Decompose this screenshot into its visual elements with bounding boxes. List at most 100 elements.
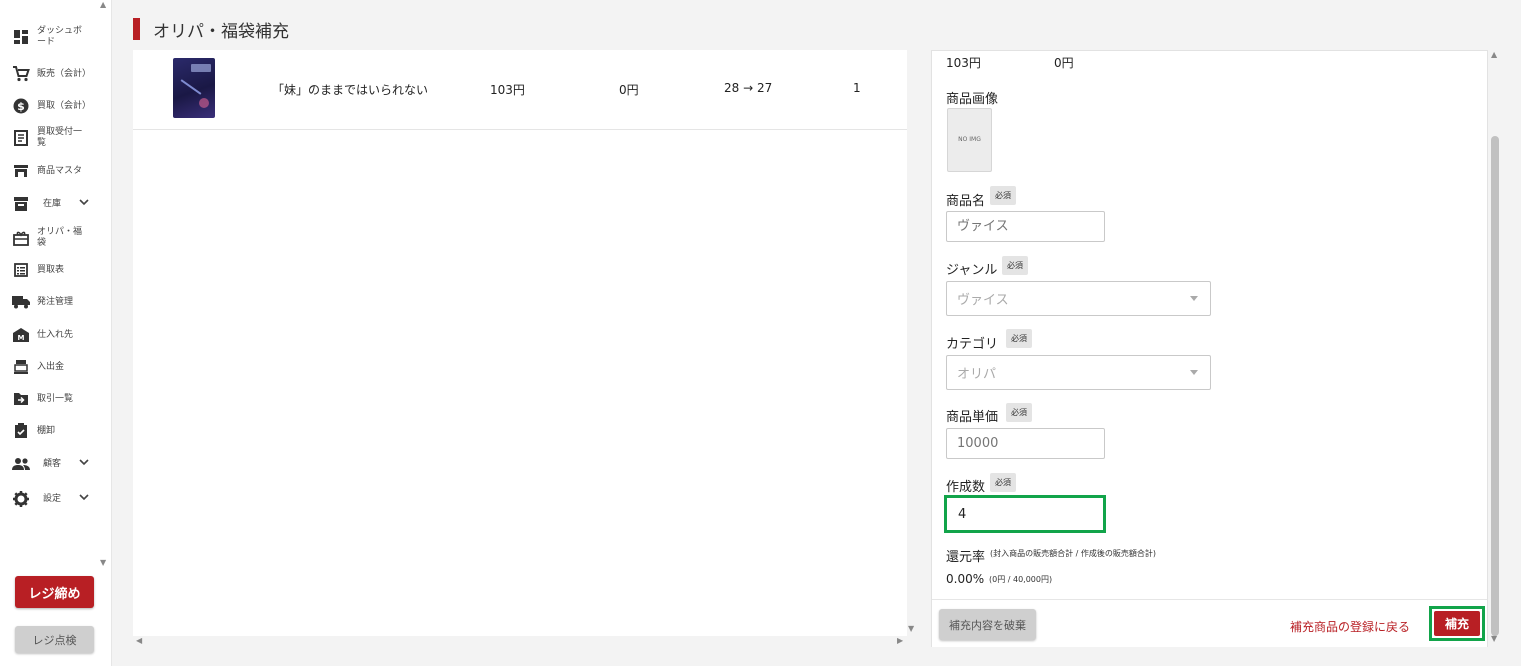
gear-icon [12,490,30,508]
sidebar-item-label: 商品マスタ [37,165,83,176]
chevron-down-icon[interactable] [78,456,90,468]
sidebar-item-order-management[interactable]: 発注管理 [0,288,100,316]
category-label: カテゴリ [946,337,999,352]
replenish-submit-button[interactable]: 補充 [1434,611,1480,636]
sidebar-item-customers[interactable]: 顧客 [0,450,100,478]
folder-arrow-icon [12,390,30,408]
required-badge: 必須 [1006,329,1032,348]
close-register-button[interactable]: レジ締め [15,576,94,608]
product-list-panel: 「妹」のままではいられない 103円 0円 28 → 27 1 [133,50,907,636]
checklist-icon [12,422,30,440]
archive-icon [12,195,30,213]
chevron-down-icon[interactable] [78,196,90,208]
sidebar-item-transactions[interactable]: 取引一覧 [0,385,100,413]
sidebar-item-purchase-reception[interactable]: 買取受付一覧 [0,124,100,152]
genre-select[interactable]: ヴァイス [946,281,1211,316]
svg-text:$: $ [17,100,25,113]
category-select[interactable]: オリパ [946,355,1211,390]
table-row[interactable]: 「妹」のままではいられない 103円 0円 28 → 27 1 [133,50,907,130]
no-image-placeholder: NO IMG [947,108,992,172]
required-badge: 必須 [1002,256,1028,275]
dropdown-caret-icon [1190,296,1198,301]
product-name: 「妹」のままではいられない [272,83,429,97]
list-icon [12,261,30,279]
sidebar-item-sales[interactable]: 販売（会計） [0,60,100,88]
page-title: オリパ・福袋補充 [153,21,289,42]
discard-button[interactable]: 補充内容を破棄 [939,609,1036,640]
sidebar-item-label: 販売（会計） [37,68,92,79]
return-rate-note: (封入商品の販売額合計 / 作成後の販売額合計) [990,549,1157,558]
sidebar-item-label: 取引一覧 [37,393,74,404]
unit-price-label: 商品単価 [946,410,999,425]
scroll-down-icon[interactable]: ▼ [908,624,914,633]
required-badge: 必須 [990,186,1016,205]
product-value: 0円 [619,83,639,97]
store-icon [12,162,30,180]
sidebar-item-product-master[interactable]: 商品マスタ [0,157,100,185]
chevron-down-icon[interactable] [78,491,90,503]
category-select-value: オリパ [957,367,997,382]
sidebar-item-suppliers[interactable]: M 仕入れ先 [0,321,100,349]
sidebar-scroll-up-icon[interactable]: ▲ [100,0,106,9]
scroll-left-icon[interactable]: ◀ [136,636,142,645]
product-price: 103円 [490,83,525,97]
dashboard-icon [12,28,30,46]
sidebar-item-label: 棚卸 [37,425,56,436]
sidebar-item-oripa[interactable]: オリパ・福袋 [0,224,100,252]
page-header: オリパ・福袋補充 [133,16,289,42]
return-rate-label: 還元率 [946,550,986,565]
name-label: 商品名 [946,194,986,209]
scroll-right-icon[interactable]: ▶ [897,636,903,645]
receipt-icon [12,129,30,147]
sidebar-item-purchase[interactable]: $ 買取（会計） [0,92,100,120]
sidebar-item-dashboard[interactable]: ダッシュボード [0,23,100,51]
genre-label: ジャンル [946,263,998,278]
sidebar-item-inventory[interactable]: 在庫 [0,190,100,218]
warehouse-icon: M [12,326,30,344]
stock-change: 28 → 27 [724,81,773,95]
genre-select-value: ヴァイス [957,293,1009,308]
scrollbar-thumb[interactable] [1491,136,1499,636]
truck-icon [12,293,30,311]
form-footer: 補充内容を破棄 補充商品の登録に戻る 補充 [932,599,1487,647]
people-icon [12,455,30,473]
sidebar-item-settings[interactable]: 設定 [0,485,100,513]
check-register-button[interactable]: レジ点検 [15,626,94,653]
summary-value: 0円 [1054,56,1074,70]
scroll-down-icon[interactable]: ▼ [1491,634,1497,643]
cart-icon [12,65,30,83]
sidebar-scroll-down-icon[interactable]: ▼ [100,558,106,567]
submit-highlight: 補充 [1429,606,1485,641]
quantity-label: 作成数 [946,480,986,495]
return-rate-value: 0.00% [946,572,985,586]
product-quantity: 1 [853,81,861,95]
return-rate-detail: (0円 / 40,000円) [989,575,1053,584]
image-label: 商品画像 [946,92,999,107]
sidebar-item-label: オリパ・福袋 [37,227,83,248]
sidebar-item-purchase-table[interactable]: 買取表 [0,256,100,284]
required-badge: 必須 [990,473,1016,492]
svg-text:M: M [18,334,25,342]
dollar-icon: $ [12,97,30,115]
product-name-input[interactable] [946,211,1105,242]
back-to-registration-link[interactable]: 補充商品の登録に戻る [1290,618,1410,635]
unit-price-input[interactable] [946,428,1105,459]
sidebar-item-cash-inout[interactable]: 入出金 [0,353,100,381]
sidebar-item-label: 買取（会計） [37,100,92,111]
register-icon [12,358,30,376]
dropdown-caret-icon [1190,370,1198,375]
sidebar-item-label: 発注管理 [37,296,74,307]
sidebar-item-label: 買取受付一覧 [37,127,83,148]
required-badge: 必須 [1006,403,1032,422]
product-thumbnail [173,58,215,118]
sidebar: ▲ ダッシュボード 販売（会計） $ 買取（会計） 買取受付一覧 商品マスタ 在… [0,0,112,666]
quantity-input[interactable] [948,499,1102,530]
scroll-up-icon[interactable]: ▲ [1491,50,1497,59]
sidebar-item-label: 買取表 [37,264,65,275]
sidebar-item-stocktaking[interactable]: 棚卸 [0,417,100,445]
gift-icon [12,229,30,247]
form-scrollbar[interactable]: ▲ ▼ [1489,50,1503,647]
sidebar-item-label: ダッシュボード [37,26,83,47]
sidebar-item-label: 入出金 [37,361,65,372]
sidebar-item-label: 仕入れ先 [37,329,74,340]
